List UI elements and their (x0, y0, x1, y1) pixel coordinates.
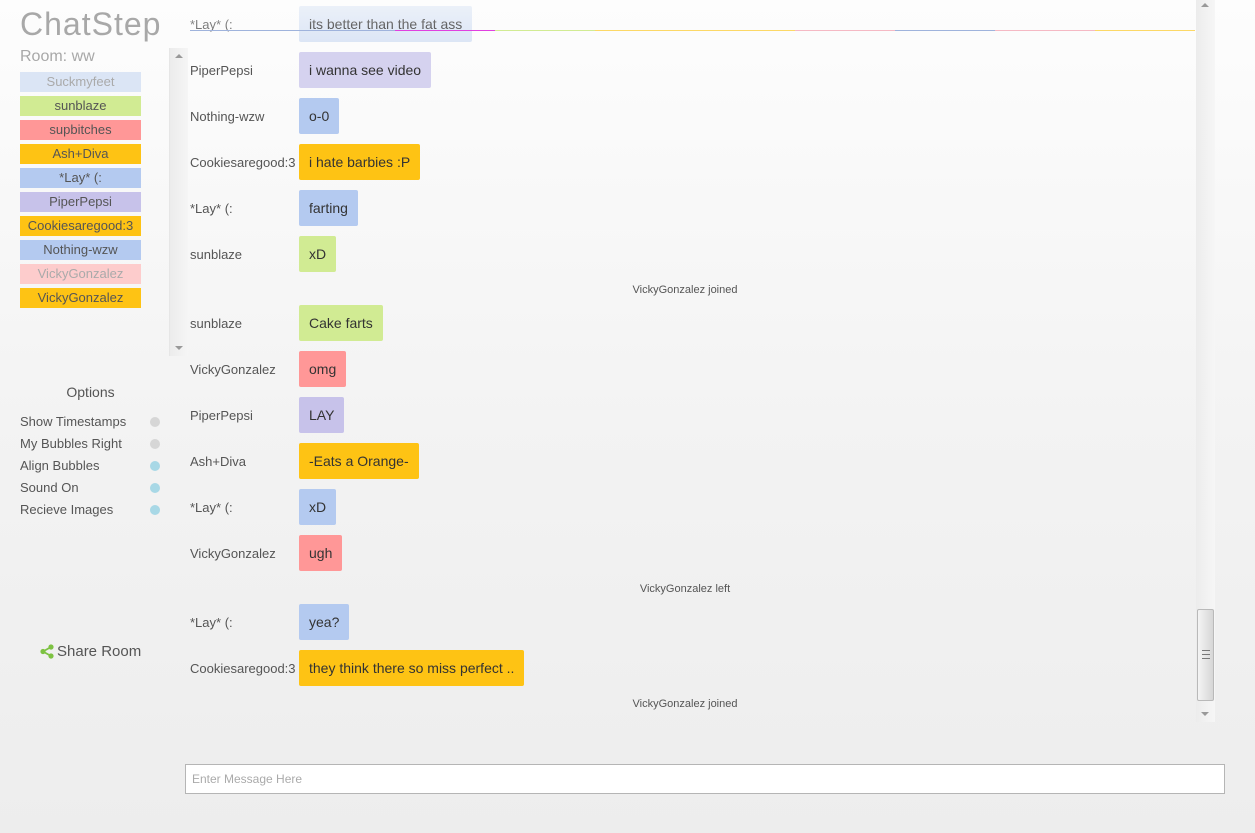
option-label: Align Bubbles (20, 458, 100, 473)
option-label: Sound On (20, 480, 79, 495)
option-toggle[interactable] (150, 461, 160, 471)
option-row[interactable]: My Bubbles Right (20, 436, 162, 458)
message-bubble: Cake farts (299, 305, 383, 341)
share-icon (40, 644, 54, 659)
chat-scrollbar-thumb[interactable] (1197, 609, 1214, 701)
option-toggle[interactable] (150, 417, 160, 427)
message-bubble: o-0 (299, 98, 340, 134)
message-bubble: its better than the fat ass (299, 6, 473, 42)
option-toggle[interactable] (150, 483, 160, 493)
typing-indicator-segment (190, 30, 395, 31)
system-message: VickyGonzalez left (639, 583, 731, 595)
chat-message: VickyGonzalez ugh (190, 535, 343, 571)
option-label: Show Timestamps (20, 414, 127, 429)
options-heading: Options (66, 384, 115, 400)
user-list-scrollbar[interactable] (169, 48, 188, 356)
chat-message: Cookiesaregood:3 i hate barbies :P (190, 144, 421, 180)
typing-indicator-segment (795, 30, 895, 31)
share-room-label: Share Room (57, 643, 142, 660)
message-author[interactable]: PiperPepsi (190, 63, 299, 78)
message-author[interactable]: VickyGonzalez (190, 546, 299, 561)
message-author[interactable]: sunblaze (190, 247, 299, 262)
message-author[interactable]: VickyGonzalez (190, 362, 299, 377)
message-author[interactable]: Cookiesaregood:3 (190, 155, 299, 170)
message-bubble: -Eats a Orange- (299, 443, 419, 479)
message-bubble: they think there so miss perfect .. (299, 650, 525, 686)
option-row[interactable]: Recieve Images (20, 502, 162, 524)
option-row[interactable]: Align Bubbles (20, 458, 162, 480)
message-input[interactable] (185, 764, 1225, 794)
chat-log: *Lay* (: its better than the fat ass Piper… (190, 0, 1195, 722)
user-list-item[interactable]: VickyGonzalez (20, 264, 141, 284)
message-author[interactable]: Ash+Diva (190, 454, 299, 469)
message-bubble: xD (299, 489, 337, 525)
user-list-item[interactable]: PiperPepsi (20, 192, 141, 212)
typing-indicator-line (190, 30, 1195, 32)
chat-message: VickyGonzalez omg (190, 351, 347, 387)
message-bubble: ugh (299, 535, 343, 571)
message-author[interactable]: *Lay* (: (190, 500, 299, 515)
message-bubble: LAY (299, 397, 345, 433)
options-list: Show Timestamps My Bubbles Right Align Bub… (20, 414, 162, 524)
typing-indicator-segment (495, 30, 595, 31)
typing-indicator-segment (995, 30, 1095, 31)
system-message: VickyGonzalez joined (632, 698, 738, 710)
message-bubble: omg (299, 351, 347, 387)
scroll-down-arrow-icon[interactable] (175, 346, 183, 350)
option-row[interactable]: Show Timestamps (20, 414, 162, 436)
scroll-up-arrow-icon[interactable] (175, 54, 183, 58)
chat-message: Cookiesaregood:3 they think there so miss… (190, 650, 525, 686)
option-label: Recieve Images (20, 502, 114, 517)
chat-message: Nothing-wzw o-0 (190, 98, 340, 134)
user-list-item[interactable]: Ash+Diva (20, 144, 141, 164)
chat-scrollbar[interactable] (1196, 0, 1215, 722)
scroll-down-arrow-icon[interactable] (1201, 712, 1209, 716)
user-list-item[interactable]: Suckmyfeet (20, 72, 141, 92)
chatstep-app: ChatStep Room: ww Suckmyfeet sunblaze supb… (0, 0, 1255, 833)
option-label: My Bubbles Right (20, 436, 122, 451)
share-room-button[interactable]: Share Room (40, 643, 141, 660)
message-bubble: i hate barbies :P (299, 144, 421, 180)
message-author[interactable]: PiperPepsi (190, 408, 299, 423)
user-list-item[interactable]: Cookiesaregood:3 (20, 216, 141, 236)
message-author[interactable]: Cookiesaregood:3 (190, 661, 299, 676)
scroll-up-arrow-icon[interactable] (1201, 3, 1209, 7)
typing-indicator-segment (395, 30, 495, 31)
grip-icon (1202, 650, 1210, 659)
chat-message: PiperPepsi LAY (190, 397, 345, 433)
user-list-item[interactable]: *Lay* (: (20, 168, 141, 188)
user-list-item[interactable]: sunblaze (20, 96, 141, 116)
message-author[interactable]: *Lay* (: (190, 615, 299, 630)
user-list-item[interactable]: VickyGonzalez (20, 288, 141, 308)
message-author[interactable]: *Lay* (: (190, 201, 299, 216)
option-toggle[interactable] (150, 505, 160, 515)
message-author[interactable]: sunblaze (190, 316, 299, 331)
chat-message: sunblaze xD (190, 236, 337, 272)
option-toggle[interactable] (150, 439, 160, 449)
chat-message: *Lay* (: farting (190, 190, 358, 226)
message-bubble: yea? (299, 604, 350, 640)
chat-message: *Lay* (: yea? (190, 604, 350, 640)
typing-indicator-segment (895, 30, 995, 31)
user-list: Suckmyfeet sunblaze supbitches Ash+Diva *Lay… (20, 72, 141, 312)
chat-message: PiperPepsi i wanna see video (190, 52, 432, 88)
typing-indicator-segment (595, 30, 795, 31)
chat-message: *Lay* (: xD (190, 489, 337, 525)
message-author[interactable]: Nothing-wzw (190, 109, 299, 124)
user-list-item[interactable]: Nothing-wzw (20, 240, 141, 260)
user-list-item[interactable]: supbitches (20, 120, 141, 140)
chat-message: sunblaze Cake farts (190, 305, 383, 341)
app-logo: ChatStep (20, 6, 162, 42)
system-message: VickyGonzalez joined (632, 284, 738, 296)
chat-message: Ash+Diva -Eats a Orange- (190, 443, 419, 479)
message-bubble: i wanna see video (299, 52, 432, 88)
option-row[interactable]: Sound On (20, 480, 162, 502)
message-bubble: xD (299, 236, 337, 272)
typing-indicator-segment (1095, 30, 1195, 31)
chat-message: *Lay* (: its better than the fat ass (190, 6, 473, 42)
room-label: Room: ww (20, 48, 95, 65)
message-bubble: farting (299, 190, 358, 226)
